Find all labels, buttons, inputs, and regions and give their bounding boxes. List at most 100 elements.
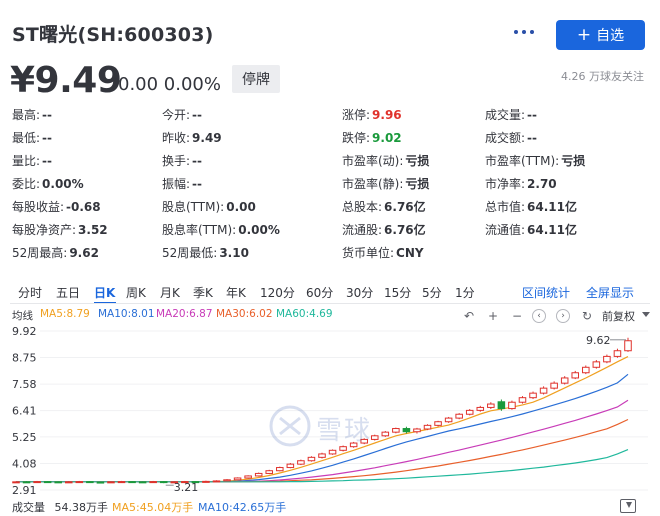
chevron-down-icon[interactable] — [642, 312, 650, 317]
quote-cell: 量比: -- — [12, 152, 52, 169]
candle-body — [33, 481, 41, 484]
candle-body — [265, 470, 274, 474]
y-tick-label: 5.25 — [12, 431, 37, 444]
quote-label: 量比: — [12, 154, 41, 168]
volume-legend: 成交量 54.38万手 MA5:45.04万手 MA10:42.65万手 — [0, 496, 660, 516]
tab-period[interactable]: 5分 — [422, 284, 442, 301]
quote-value: 亏损 — [405, 154, 430, 168]
tab-period[interactable]: 季K — [193, 284, 213, 301]
volume-ma5: MA5:45.04万手 — [112, 501, 194, 514]
quote-label: 货币单位: — [342, 246, 395, 260]
quote-value: 3.10 — [219, 246, 249, 260]
candle-body — [96, 481, 105, 484]
price-change: 0.00 0.00% — [118, 74, 221, 95]
more-dots-icon[interactable] — [514, 26, 536, 36]
candle-body — [22, 481, 31, 484]
tab-period[interactable]: 15分 — [384, 284, 411, 301]
quote-label: 股息(TTM): — [162, 200, 225, 214]
quote-cell: 市净率: 2.70 — [485, 175, 557, 192]
tab-period[interactable]: 年K — [226, 284, 246, 301]
quote-value: 3.52 — [78, 223, 108, 237]
quote-value: 6.76亿 — [384, 200, 426, 214]
candle-body — [560, 377, 569, 384]
candle-body — [202, 480, 210, 483]
undo-icon[interactable]: ↶ — [462, 309, 476, 323]
tab-period[interactable]: 1分 — [455, 284, 475, 301]
reset-icon[interactable]: ↻ — [580, 309, 594, 323]
volume-toggle-icon[interactable] — [620, 499, 636, 513]
quote-label: 今开: — [162, 108, 191, 122]
pan-right-icon[interactable]: › — [556, 309, 570, 323]
zoom-out-icon[interactable]: − — [510, 309, 524, 323]
quote-value: 9.02 — [372, 131, 402, 145]
candle-body — [465, 409, 474, 415]
quote-cell: 振幅: -- — [162, 175, 202, 192]
price-row: ¥9.49 0.00 0.00% 停牌 4.26 万球友关注 — [0, 60, 660, 102]
candle-body — [508, 401, 516, 410]
quote-value: -- — [42, 131, 53, 145]
quote-cell: 成交量: -- — [485, 106, 537, 123]
y-tick-label: 7.58 — [12, 378, 37, 391]
quote-value: 0.00% — [238, 223, 280, 237]
interval-stats-link[interactable]: 区间统计 — [522, 284, 570, 301]
quote-label: 每股净资产: — [12, 223, 77, 237]
quote-row: 量比: -- 换手: -- 市盈率(动): 亏损 市盈率(TTM): 亏损 — [0, 152, 660, 175]
quote-value: 2.70 — [527, 177, 557, 191]
quote-label: 成交量: — [485, 108, 526, 122]
quote-label: 成交额: — [485, 131, 526, 145]
plus-icon: + — [576, 24, 592, 45]
tabs-divider — [10, 303, 650, 304]
quote-label: 52周最低: — [162, 246, 218, 260]
add-to-watchlist-button[interactable]: + 自选 — [556, 20, 645, 50]
tab-period[interactable]: 日K — [94, 284, 115, 301]
ma-legend-item: MA10:8.01 — [98, 308, 155, 320]
quote-row: 最低: -- 昨收: 9.49 跌停: 9.02 成交额: -- — [0, 129, 660, 152]
candle-body — [212, 480, 221, 483]
candle-body — [497, 401, 506, 410]
ma-legend-item: MA60:4.69 — [276, 308, 333, 320]
zoom-in-icon[interactable]: + — [486, 309, 500, 323]
kline-chart[interactable]: 9.92 8.75 7.58 6.41 5.25 4.08 2.91 9.62 3.21 雪球 — [0, 322, 660, 497]
tab-period[interactable]: 120分 — [260, 284, 295, 301]
candle-body — [434, 421, 442, 426]
candle-body — [613, 350, 622, 357]
quote-cell: 跌停: 9.02 — [342, 129, 402, 146]
candle-body — [286, 463, 295, 469]
quote-cell: 成交额: -- — [485, 129, 537, 146]
quote-label: 跌停: — [342, 131, 371, 145]
fullscreen-link[interactable]: 全屏显示 — [586, 284, 634, 301]
quote-label: 市盈率(TTM): — [485, 154, 560, 168]
candle-body — [413, 428, 421, 433]
quote-cell: 52周最低: 3.10 — [162, 244, 249, 261]
tab-period[interactable]: 月K — [160, 284, 180, 301]
quote-label: 总股本: — [342, 200, 383, 214]
tab-period[interactable]: 30分 — [346, 284, 373, 301]
quote-cell: 市盈率(动): 亏损 — [342, 152, 429, 169]
candle-body — [244, 475, 252, 479]
pan-left-icon[interactable]: ‹ — [532, 309, 546, 323]
tab-period[interactable]: 60分 — [306, 284, 333, 301]
quote-cell: 委比: 0.00% — [12, 175, 84, 192]
followers-count: 4.26 万球友关注 — [561, 70, 644, 83]
candle-body — [318, 453, 326, 458]
quote-cell: 涨停: 9.96 — [342, 106, 402, 123]
y-tick-label: 6.41 — [12, 405, 37, 418]
candle-body — [159, 481, 168, 484]
quote-label: 流通值: — [485, 223, 526, 237]
quote-cell: 每股净资产: 3.52 — [12, 221, 108, 238]
period-tabs: 区间统计 全屏显示 分时 五日 日K 周K 月K 季K 年K 120分 60分 30分 15分 5分 1… — [0, 280, 660, 304]
tab-period[interactable]: 周K — [126, 284, 146, 301]
candle-body — [138, 481, 147, 484]
tab-period[interactable]: 五日 — [56, 284, 80, 301]
candle-body — [86, 481, 94, 484]
quote-value: CNY — [396, 246, 424, 260]
volume-label: 成交量 — [12, 501, 45, 514]
ma-legend-item: MA20:6.87 — [156, 308, 213, 320]
tab-period[interactable]: 分时 — [18, 284, 42, 301]
min-marker-label: 3.21 — [174, 481, 199, 494]
candle-body — [117, 481, 126, 484]
quote-cell: 货币单位: CNY — [342, 244, 424, 261]
quote-cell: 股息率(TTM): 0.00% — [162, 221, 280, 238]
candle-body — [476, 406, 485, 411]
candle-body — [107, 481, 115, 484]
